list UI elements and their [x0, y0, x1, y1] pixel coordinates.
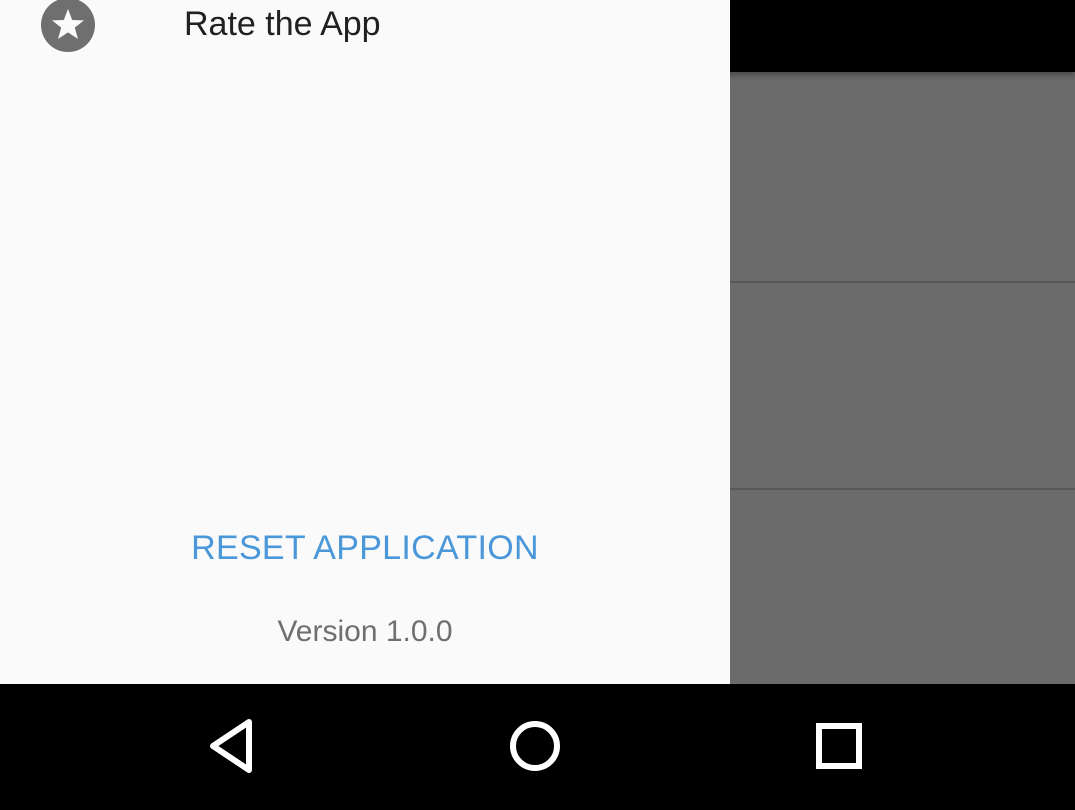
home-button[interactable]	[503, 714, 567, 778]
recents-icon	[807, 714, 871, 778]
back-button[interactable]	[201, 714, 265, 778]
back-icon	[201, 714, 265, 778]
version-text: Version 1.0.0	[277, 615, 453, 648]
screen: Rate the App RESET APPLICATION Version 1…	[0, 0, 1075, 810]
reset-application-button[interactable]: RESET APPLICATION	[0, 524, 730, 572]
system-navigation-bar	[0, 684, 1075, 810]
home-icon	[503, 714, 567, 778]
drawer-item-rate-app[interactable]: Rate the App	[0, 0, 730, 70]
star-icon	[41, 0, 95, 52]
navigation-drawer: Rate the App RESET APPLICATION Version 1…	[0, 0, 730, 684]
list-divider	[730, 488, 1075, 490]
list-divider	[730, 281, 1075, 283]
drawer-item-label: Rate the App	[184, 5, 381, 43]
recents-button[interactable]	[807, 714, 871, 778]
